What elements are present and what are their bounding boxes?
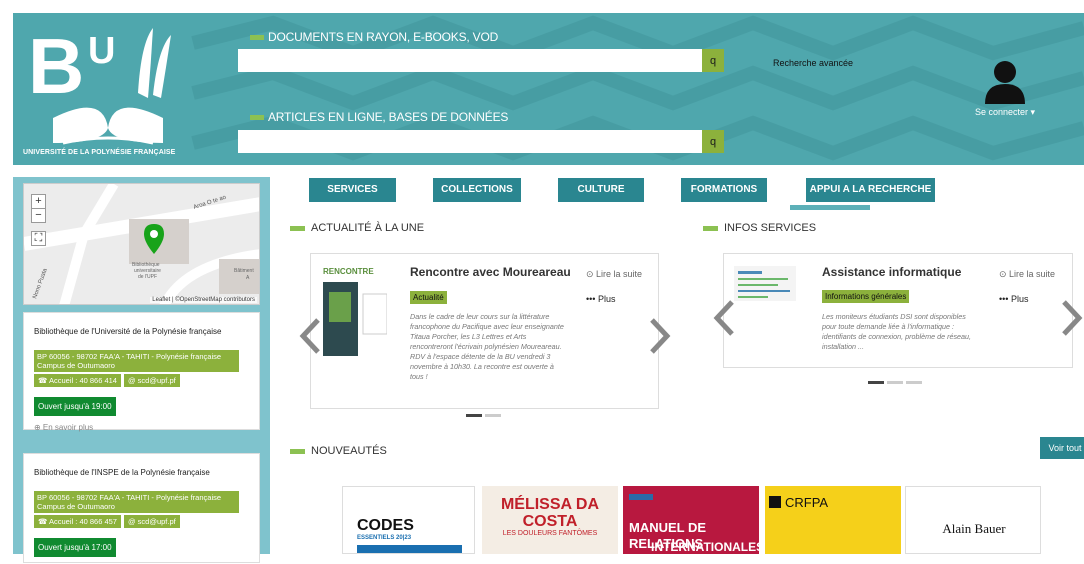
section-title-infos: INFOS SERVICES <box>703 222 816 234</box>
site-header: B U UNIVERSITÉ DE LA POLYNÉSIE FRANÇAISE… <box>13 13 1084 165</box>
info-card[interactable]: Assistance informatique Informations gén… <box>723 253 1073 368</box>
nav-research-support[interactable]: APPUI A LA RECHERCHE <box>806 178 935 202</box>
library-card-inspe: Bibliothèque de l'INSPE de la Polynésie … <box>23 453 260 563</box>
active-nav-indicator <box>790 205 870 210</box>
info-carousel-dots[interactable] <box>868 381 922 384</box>
login-link[interactable]: Se connecter ▾ <box>975 107 1035 118</box>
opening-status: Ouvert jusqu'à 17:00 <box>34 538 116 557</box>
section-title-nouveautes: NOUVEAUTÉS <box>290 445 387 457</box>
library-address: BP 60056 - 98702 FAA'A - TAHITI - Polyné… <box>34 491 239 513</box>
book-cover[interactable]: MÉLISSA DA COSTA LES DOULEURS FANTÔMES <box>482 486 618 554</box>
info-category-badge: Informations générales <box>822 290 910 303</box>
library-name: Bibliothèque de l'Université de la Polyn… <box>34 327 222 336</box>
nav-services[interactable]: SERVICES <box>309 178 396 202</box>
read-more-link[interactable]: ⊙ Lire la suite <box>586 269 642 280</box>
svg-text:B: B <box>28 23 84 110</box>
prev-arrow-icon[interactable] <box>298 318 322 354</box>
zoom-in-button[interactable]: + <box>31 194 46 209</box>
advanced-search-link[interactable]: Recherche avancée <box>773 58 853 68</box>
news-thumbnail: RENCONTRE <box>323 264 387 356</box>
see-all-button[interactable]: Voir tout <box>1040 437 1084 459</box>
svg-text:U: U <box>88 30 115 72</box>
opening-status: Ouvert jusqu'à 19:00 <box>34 397 116 416</box>
search1-label: DOCUMENTS EN RAYON, E-BOOKS, VOD <box>250 30 498 44</box>
map-tiles: Aroa O te ao Nono Puata Bibliothèque uni… <box>24 184 259 304</box>
zoom-out-button[interactable]: − <box>31 208 46 223</box>
info-description: Les moniteurs étudiants DSI sont disponi… <box>822 312 972 351</box>
library-map[interactable]: Aroa O te ao Nono Puata Bibliothèque uni… <box>23 183 260 305</box>
book-cover[interactable]: CRFPA <box>765 486 901 554</box>
bu-logo[interactable]: B U <box>23 23 193 163</box>
info-thumbnail <box>734 266 796 301</box>
news-card-title[interactable]: Rencontre avec Moureareau <box>410 265 571 279</box>
university-name: UNIVERSITÉ DE LA POLYNÉSIE FRANÇAISE <box>23 149 176 156</box>
news-card[interactable]: RENCONTRE Rencontre avec Moureareau Actu… <box>310 253 659 409</box>
news-carousel-dots[interactable] <box>466 414 501 417</box>
read-more-link[interactable]: ⊙ Lire la suite <box>999 269 1055 280</box>
nav-collections[interactable]: COLLECTIONS <box>433 178 521 202</box>
news-category-badge: Actualité <box>410 291 447 304</box>
section-title-actualite: ACTUALITÉ À LA UNE <box>290 222 424 234</box>
search2-label: ARTICLES EN LIGNE, BASES DE DONNÉES <box>250 110 508 124</box>
book-cover[interactable]: MANUEL DE RELATIONS INTERNATIONALES <box>623 486 759 554</box>
svg-text:RENCONTRE: RENCONTRE <box>323 267 374 276</box>
more-link[interactable]: ••• Plus <box>586 294 615 304</box>
map-attribution[interactable]: Leaflet | ©OpenStreetMap contributors <box>150 297 257 303</box>
nav-culture[interactable]: CULTURE <box>558 178 644 202</box>
library-sidebar: Aroa O te ao Nono Puata Bibliothèque uni… <box>13 177 270 563</box>
library-card-upf: Bibliothèque de l'Université de la Polyn… <box>23 312 260 432</box>
library-address: BP 60056 - 98702 FAA'A - TAHITI - Polyné… <box>34 350 239 372</box>
info-card-title[interactable]: Assistance informatique <box>822 265 961 279</box>
phone-tag[interactable]: ☎ Accueil : 40 866 457 <box>34 515 121 528</box>
next-arrow-icon[interactable] <box>1060 300 1084 336</box>
prev-arrow-icon[interactable] <box>712 300 736 336</box>
svg-text:Bâtiment: Bâtiment <box>234 268 254 274</box>
more-link[interactable]: ••• Plus <box>999 294 1028 304</box>
library-name: Bibliothèque de l'INSPE de la Polynésie … <box>34 468 210 477</box>
articles-search-input[interactable] <box>238 130 702 153</box>
fullscreen-icon[interactable]: ⛶ <box>31 231 46 246</box>
more-info-link[interactable]: ⊕ En savoir plus <box>34 423 249 432</box>
documents-search-input[interactable] <box>238 49 702 72</box>
user-icon[interactable] <box>985 60 1025 104</box>
phone-tag[interactable]: ☎ Accueil : 40 866 414 <box>34 374 121 387</box>
articles-search-button[interactable]: q <box>702 130 724 153</box>
book-cover[interactable]: CODES ESSENTIELS 20|23 <box>342 486 475 554</box>
next-arrow-icon[interactable] <box>648 318 672 354</box>
email-tag[interactable]: @ scd@upf.pf <box>123 515 180 528</box>
news-description: Dans le cadre de leur cours sur la litté… <box>410 312 564 381</box>
book-cover[interactable]: Alain Bauer <box>905 486 1041 554</box>
svg-text:de l'UPF: de l'UPF <box>138 274 157 280</box>
email-tag[interactable]: @ scd@upf.pf <box>123 374 180 387</box>
nav-formations[interactable]: FORMATIONS <box>681 178 767 202</box>
documents-search-button[interactable]: q <box>702 49 724 72</box>
